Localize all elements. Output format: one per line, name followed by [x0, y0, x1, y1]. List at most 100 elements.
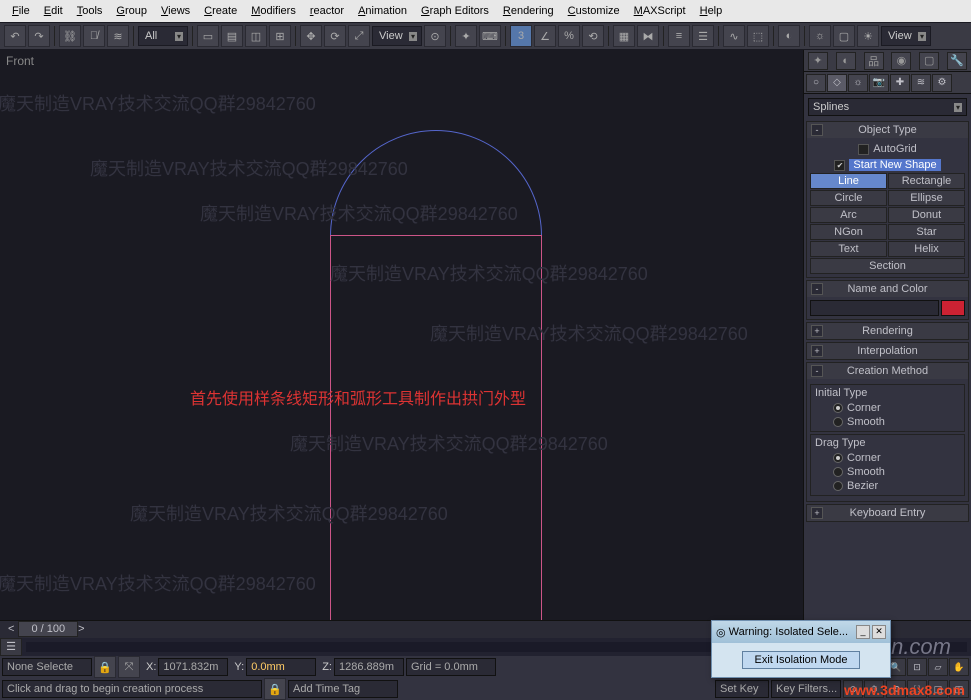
window-crossing-button[interactable]: ⊞: [269, 25, 291, 47]
render-frame-button[interactable]: ▢: [833, 25, 855, 47]
select-button[interactable]: ▭: [197, 25, 219, 47]
menu-graph-editors[interactable]: Graph Editors: [415, 3, 495, 19]
unlink-button[interactable]: ⛓̸: [83, 25, 105, 47]
absolute-transform-icon[interactable]: ⤧: [118, 656, 140, 678]
manipulate-button[interactable]: ✦: [455, 25, 477, 47]
helix-button[interactable]: Helix: [888, 241, 965, 257]
menu-animation[interactable]: Animation: [352, 3, 413, 19]
render-setup-button[interactable]: ☼: [809, 25, 831, 47]
ellipse-button[interactable]: Ellipse: [888, 190, 965, 206]
circle-button[interactable]: Circle: [810, 190, 887, 206]
name-color-header[interactable]: - Name and Color: [807, 281, 968, 297]
drag-smooth-radio[interactable]: [833, 467, 843, 477]
menu-reactor[interactable]: reactor: [304, 3, 350, 19]
align-button[interactable]: ≡: [668, 25, 690, 47]
viewport-front[interactable]: Front 魔天制造VRAY技术交流QQ群29842760 魔天制造VRAY技术…: [0, 50, 803, 620]
creation-method-header[interactable]: - Creation Method: [807, 363, 968, 379]
layers-button[interactable]: ☰: [692, 25, 714, 47]
menu-edit[interactable]: Edit: [38, 3, 69, 19]
spacewarps-icon[interactable]: ≋: [911, 74, 931, 92]
use-center-button[interactable]: ⊙: [424, 25, 446, 47]
menu-modifiers[interactable]: Modifiers: [245, 3, 302, 19]
tab-modify-icon[interactable]: ◐: [836, 52, 856, 70]
material-editor-button[interactable]: ◐: [778, 25, 800, 47]
rectangle-button[interactable]: Rectangle: [888, 173, 965, 189]
lock-selection-icon[interactable]: 🔒: [94, 656, 116, 678]
minimize-icon[interactable]: _: [856, 625, 870, 639]
initial-smooth-radio[interactable]: [833, 417, 843, 427]
menu-rendering[interactable]: Rendering: [497, 3, 560, 19]
helpers-icon[interactable]: ✚: [890, 74, 910, 92]
menu-group[interactable]: Group: [110, 3, 153, 19]
menu-views[interactable]: Views: [155, 3, 196, 19]
text-button[interactable]: Text: [810, 241, 887, 257]
section-button[interactable]: Section: [810, 258, 965, 274]
move-button[interactable]: ✥: [300, 25, 322, 47]
rotate-button[interactable]: ⟳: [324, 25, 346, 47]
cameras-icon[interactable]: 📷: [869, 74, 889, 92]
link-button[interactable]: ⛓: [59, 25, 81, 47]
zoom-all-button[interactable]: ⊡: [907, 658, 927, 676]
lock-ui-icon[interactable]: 🔒: [264, 678, 286, 700]
named-selection-button[interactable]: ▦: [613, 25, 635, 47]
donut-button[interactable]: Donut: [888, 207, 965, 223]
ref-coord-dropdown[interactable]: View: [372, 26, 422, 46]
close-icon[interactable]: ✕: [872, 625, 886, 639]
add-time-tag-button[interactable]: Add Time Tag: [288, 680, 398, 698]
undo-button[interactable]: ↶: [4, 25, 26, 47]
drag-corner-radio[interactable]: [833, 453, 843, 463]
systems-icon[interactable]: ⚙: [932, 74, 952, 92]
scale-button[interactable]: ⤢: [348, 25, 370, 47]
curve-editor-button[interactable]: ∿: [723, 25, 745, 47]
menu-file[interactable]: File: [6, 3, 36, 19]
mirror-button[interactable]: ⧓: [637, 25, 659, 47]
quick-render-button[interactable]: ☀: [857, 25, 879, 47]
menu-tools[interactable]: Tools: [71, 3, 109, 19]
lights-icon[interactable]: ☼: [848, 74, 868, 92]
spinner-snap-button[interactable]: ⟲: [582, 25, 604, 47]
tab-display-icon[interactable]: ▢: [919, 52, 939, 70]
y-coord-input[interactable]: 0.0mm: [246, 658, 316, 676]
category-dropdown[interactable]: Splines: [808, 98, 967, 116]
menu-maxscript[interactable]: MAXScript: [628, 3, 692, 19]
drag-bezier-radio[interactable]: [833, 481, 843, 491]
object-type-header[interactable]: - Object Type: [807, 122, 968, 138]
tab-utilities-icon[interactable]: 🔧: [947, 52, 967, 70]
ngon-button[interactable]: NGon: [810, 224, 887, 240]
line-button[interactable]: Line: [810, 173, 887, 189]
object-name-input[interactable]: [810, 300, 939, 316]
keyboard-shortcut-button[interactable]: ⌨: [479, 25, 501, 47]
z-coord-input[interactable]: 1286.889m: [334, 658, 404, 676]
key-filters-button[interactable]: Key Filters...: [771, 680, 841, 698]
tab-hierarchy-icon[interactable]: 品: [864, 52, 884, 70]
rendering-header[interactable]: + Rendering: [807, 323, 968, 339]
menu-help[interactable]: Help: [694, 3, 729, 19]
set-key-button[interactable]: Set Key: [715, 680, 769, 698]
selection-filter-dropdown[interactable]: All: [138, 26, 188, 46]
schematic-view-button[interactable]: ⬚: [747, 25, 769, 47]
render-view-dropdown[interactable]: View: [881, 26, 931, 46]
select-by-name-button[interactable]: ▤: [221, 25, 243, 47]
angle-snap-button[interactable]: ∠: [534, 25, 556, 47]
start-new-shape-checkbox[interactable]: ✔: [834, 160, 845, 171]
menu-customize[interactable]: Customize: [562, 3, 626, 19]
tab-create-icon[interactable]: ✦: [808, 52, 828, 70]
redo-button[interactable]: ↷: [28, 25, 50, 47]
select-region-button[interactable]: ◫: [245, 25, 267, 47]
keyboard-entry-header[interactable]: + Keyboard Entry: [807, 505, 968, 521]
pan-button[interactable]: ✋: [949, 658, 969, 676]
bind-spacewarp-button[interactable]: ≋: [107, 25, 129, 47]
dialog-titlebar[interactable]: ◎Warning: Isolated Sele... _ ✕: [712, 621, 890, 643]
menu-create[interactable]: Create: [198, 3, 243, 19]
snap-toggle-button[interactable]: 3: [510, 25, 532, 47]
percent-snap-button[interactable]: %: [558, 25, 580, 47]
object-color-swatch[interactable]: [941, 300, 965, 316]
autogrid-checkbox[interactable]: [858, 144, 869, 155]
interpolation-header[interactable]: + Interpolation: [807, 343, 968, 359]
track-config-icon[interactable]: ☰: [0, 638, 22, 656]
fov-button[interactable]: ▱: [928, 658, 948, 676]
geometry-icon[interactable]: ○: [806, 74, 826, 92]
exit-isolation-button[interactable]: Exit Isolation Mode: [742, 651, 861, 669]
arc-button[interactable]: Arc: [810, 207, 887, 223]
shapes-icon[interactable]: ◇: [827, 74, 847, 92]
